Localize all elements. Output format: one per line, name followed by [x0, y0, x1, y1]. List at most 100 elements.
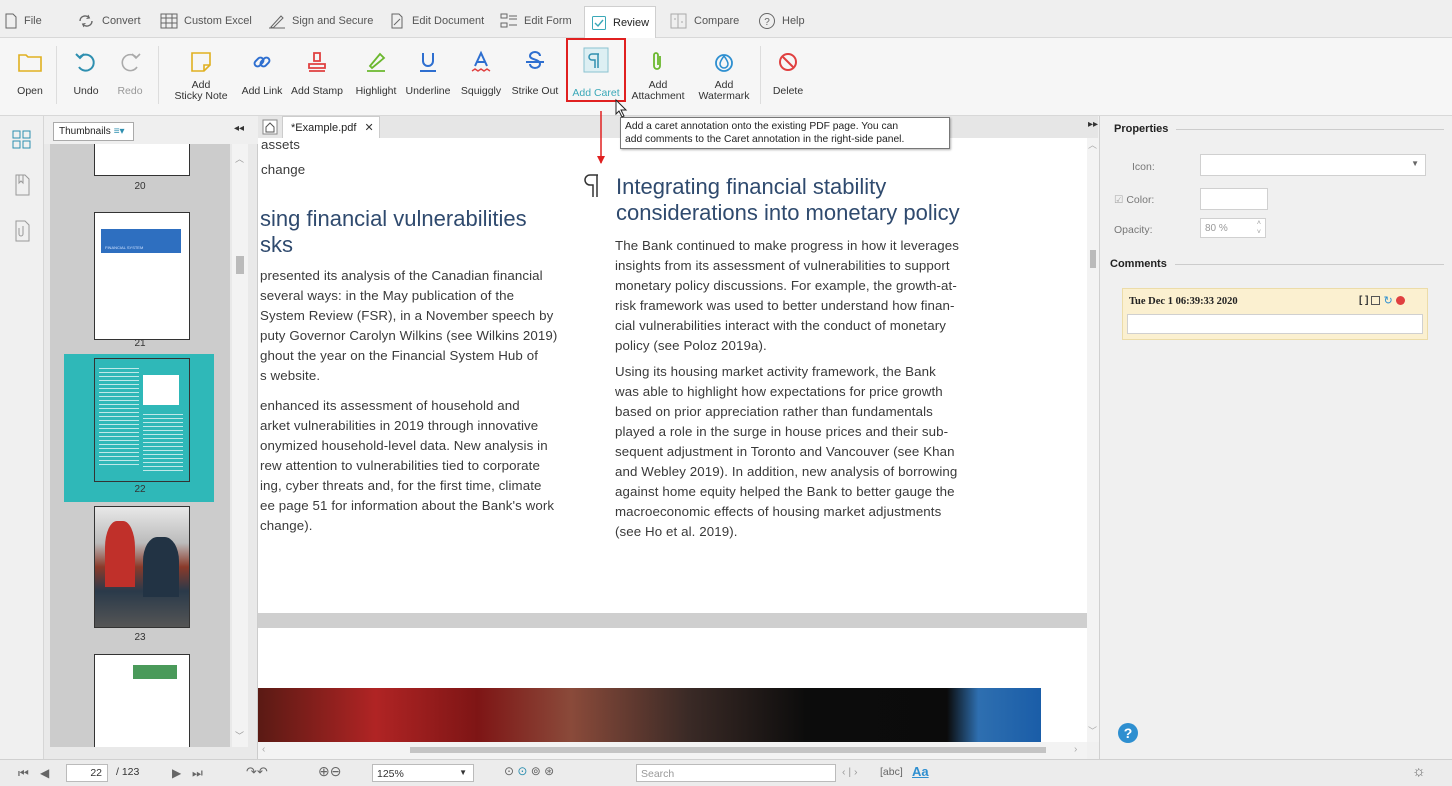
thumbnail-scrollbar[interactable]: ︿ ﹀ — [232, 144, 248, 747]
add-sticky-note-button[interactable]: Add Sticky Note — [170, 38, 232, 110]
add-link-button[interactable]: Add Link — [240, 38, 284, 110]
first-page-icon[interactable]: ⏮ — [18, 766, 29, 781]
attachments-icon[interactable] — [13, 220, 31, 242]
stepper-icon[interactable]: ˄ ˅ — [1257, 219, 1261, 237]
comment-input[interactable] — [1127, 314, 1423, 334]
add-sticky-note-label: Add Sticky Note — [174, 79, 228, 102]
open-label: Open — [17, 85, 43, 97]
color-checkbox[interactable]: ☑ Color: — [1114, 194, 1154, 206]
thumbnails-selector[interactable]: Thumbnails ≡▾ — [53, 122, 134, 141]
home-icon[interactable] — [262, 119, 278, 135]
last-page-icon[interactable]: ⏭ — [192, 766, 203, 781]
paragraph-line: risk framework was used to better unders… — [615, 298, 955, 313]
add-attachment-button[interactable]: Add Attachment — [628, 38, 688, 110]
ribbon-divider — [760, 46, 761, 104]
document-view[interactable]: assets change sing financial vulnerabili… — [258, 138, 1087, 742]
underline-icon — [420, 53, 436, 72]
ribbon-toolbar: Open Undo Redo Add Sticky Note Add Link … — [0, 38, 1452, 116]
next-page-icon[interactable]: ▶ — [172, 766, 181, 780]
caret-annotation-icon[interactable] — [582, 172, 602, 200]
delete-button[interactable]: Delete — [766, 38, 810, 110]
compare-icon — [670, 13, 687, 29]
refresh-icon[interactable]: ↻ — [1383, 294, 1392, 307]
menu-compare-label: Compare — [694, 15, 740, 27]
squiggly-icon — [471, 50, 491, 72]
prev-page-icon[interactable]: ◀ — [40, 766, 49, 780]
thumbnail-page[interactable] — [94, 654, 190, 747]
redo-button[interactable]: Redo — [110, 38, 150, 110]
squiggly-button[interactable]: Squiggly — [458, 38, 504, 110]
menu-file[interactable]: File — [4, 8, 42, 34]
bookmarks-icon[interactable] — [13, 174, 31, 196]
brightness-icon[interactable]: ☼ — [1412, 763, 1426, 780]
document-horizontal-scrollbar[interactable]: ‹ › — [258, 742, 1087, 759]
menu-edit-form[interactable]: Edit Form — [500, 8, 572, 34]
left-heading-line: sks — [260, 232, 293, 257]
view-mode-icons[interactable]: ⊙ ⊙ ⊚ ⊛ — [504, 764, 554, 778]
comment-card[interactable]: Tue Dec 1 06:39:33 2020 [ ] ↻ — [1122, 288, 1428, 340]
thumbnail-list: 20 FINANCIAL SYSTEM 21 22 23 — [50, 144, 230, 747]
bracket-icon[interactable]: [ ] — [1359, 295, 1368, 306]
strike-out-button[interactable]: Strike Out — [508, 38, 562, 110]
checkbox-icon[interactable] — [1371, 296, 1381, 305]
page-current: 22 — [90, 767, 102, 779]
menu-compare[interactable]: Compare — [670, 8, 739, 34]
menu-sign-secure[interactable]: Sign and Secure — [268, 8, 373, 34]
search-nav-icons[interactable]: ‹ | › — [842, 766, 858, 778]
color-picker[interactable] — [1200, 188, 1268, 210]
menu-convert[interactable]: Convert — [76, 8, 141, 34]
add-watermark-button[interactable]: Add Watermark — [694, 38, 754, 110]
menu-custom-excel[interactable]: Custom Excel — [160, 8, 252, 34]
tooltip-line-2: add comments to the Caret annotation in … — [625, 134, 905, 145]
paragraph-line: based on prior appreciation rather than … — [615, 404, 933, 419]
add-stamp-button[interactable]: Add Stamp — [290, 38, 344, 110]
menu-help[interactable]: ? Help — [758, 8, 805, 34]
help-icon: ? — [759, 13, 775, 29]
thumbnail-page-selected[interactable] — [94, 358, 190, 482]
font-style-icon[interactable]: Aa — [912, 764, 929, 779]
delete-label: Delete — [772, 85, 804, 97]
sticky-note-icon — [191, 52, 211, 72]
menu-review[interactable]: Review — [584, 6, 657, 38]
page-number-input[interactable]: 22 — [66, 764, 108, 782]
undo-button[interactable]: Undo — [66, 38, 106, 110]
thumbnail-page-number: 23 — [134, 632, 146, 643]
zoom-icons[interactable]: ⊕⊖ — [318, 763, 341, 780]
icon-select[interactable]: ▼ — [1200, 154, 1426, 176]
opacity-input[interactable]: 80 % ˄ ˅ — [1200, 218, 1266, 238]
file-icon — [5, 13, 17, 29]
thumbnail-page[interactable] — [94, 144, 190, 176]
menu-custom-excel-label: Custom Excel — [184, 15, 252, 27]
help-circle-icon[interactable]: ? — [1117, 722, 1139, 744]
thumbnails-icon[interactable] — [12, 130, 32, 150]
document-vertical-scrollbar[interactable]: ︿ ﹀ — [1087, 138, 1099, 742]
undo-icon — [75, 53, 95, 72]
delete-comment-icon[interactable] — [1395, 296, 1405, 305]
zoom-select[interactable]: 125% ▼ — [372, 764, 474, 782]
open-button[interactable]: Open — [8, 38, 52, 110]
menu-edit-document[interactable]: Edit Document — [388, 8, 484, 34]
delete-icon — [779, 53, 797, 71]
left-sidebar-strip — [0, 116, 44, 759]
thumbnail-page[interactable] — [94, 506, 190, 628]
add-caret-button[interactable]: Add Caret — [566, 38, 626, 102]
paragraph-line: sequent adjustment in Toronto and Vancou… — [615, 444, 955, 459]
underline-button[interactable]: Underline — [404, 38, 452, 110]
highlight-button[interactable]: Highlight — [352, 38, 400, 110]
table-icon — [160, 13, 178, 29]
add-stamp-label: Add Stamp — [291, 85, 343, 97]
icon-label: Icon: — [1132, 161, 1155, 173]
menu-file-label: File — [24, 15, 42, 27]
match-case-icon[interactable]: [abc] — [880, 766, 903, 778]
review-icon — [592, 15, 606, 30]
expand-panel-icon[interactable]: ▸▸ — [1088, 119, 1098, 130]
paragraph-line: rew attention to vulnerabilities tied to… — [260, 458, 540, 473]
document-tab[interactable]: *Example.pdf ✕ — [282, 116, 380, 138]
paragraph-line: and Webley 2019). In addition, new analy… — [615, 464, 958, 479]
collapse-panel-icon[interactable]: ◂◂ — [234, 123, 244, 134]
highlighter-icon — [367, 52, 386, 72]
search-input[interactable]: Search — [636, 764, 836, 782]
thumbnail-page[interactable]: FINANCIAL SYSTEM — [94, 212, 190, 340]
rotate-icons[interactable]: ↷↶ — [246, 764, 268, 780]
close-tab-icon[interactable]: ✕ — [364, 121, 373, 134]
